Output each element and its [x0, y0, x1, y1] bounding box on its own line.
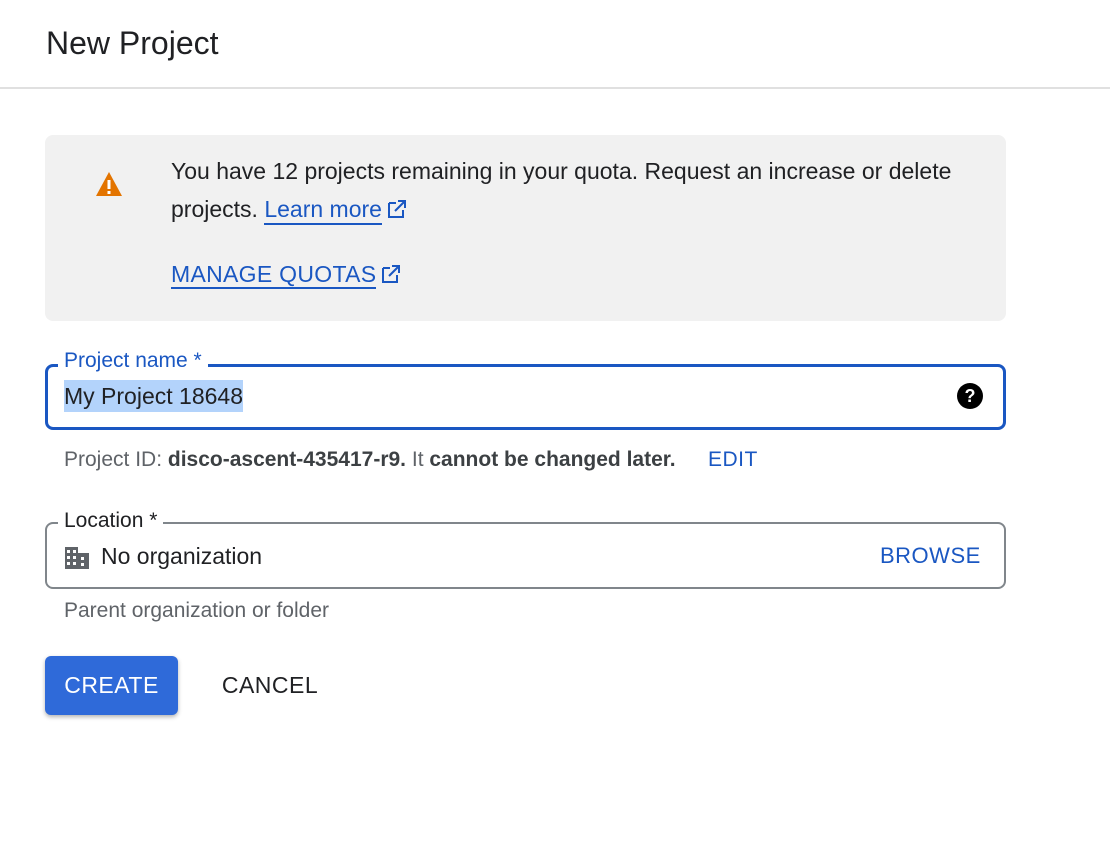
- cancel-button[interactable]: CANCEL: [200, 656, 340, 715]
- project-id-hint: Project ID: disco-ascent-435417-r9. It c…: [64, 446, 676, 474]
- project-name-value[interactable]: My Project 18648: [64, 380, 243, 412]
- project-id-value: disco-ascent-435417-r9.: [167, 448, 407, 471]
- create-button[interactable]: CREATE: [45, 656, 178, 715]
- location-helper-text: Parent organization or folder: [64, 599, 329, 622]
- external-link-icon: [382, 265, 401, 283]
- external-link-icon: [387, 200, 406, 218]
- project-id-note: cannot be changed later.: [429, 448, 676, 471]
- manage-quotas-link[interactable]: MANAGE QUOTAS: [171, 259, 401, 289]
- svg-text:?: ?: [965, 386, 976, 406]
- project-id-prefix: Project ID:: [64, 448, 163, 471]
- new-project-page: New Project You have 12 projects remaini…: [0, 0, 1110, 868]
- quota-warning-banner: You have 12 projects remaining in your q…: [45, 135, 1006, 321]
- learn-more-link[interactable]: Learn more: [264, 196, 382, 225]
- location-value: No organization: [101, 543, 263, 569]
- project-name-label: Project name *: [58, 348, 208, 374]
- manage-quotas-label: MANAGE QUOTAS: [171, 261, 377, 289]
- browse-button[interactable]: BROWSE: [880, 541, 981, 571]
- location-label: Location *: [58, 508, 164, 534]
- building-icon: [65, 547, 89, 569]
- page-header: New Project: [0, 0, 1110, 89]
- edit-project-id-button[interactable]: EDIT: [708, 446, 758, 474]
- help-icon[interactable]: ?: [956, 382, 984, 410]
- project-id-mid: It: [411, 448, 424, 471]
- learn-more-label: Learn more: [264, 196, 382, 222]
- page-title: New Project: [46, 25, 219, 61]
- warning-icon: [96, 172, 122, 196]
- quota-message: You have 12 projects remaining in your q…: [171, 152, 961, 228]
